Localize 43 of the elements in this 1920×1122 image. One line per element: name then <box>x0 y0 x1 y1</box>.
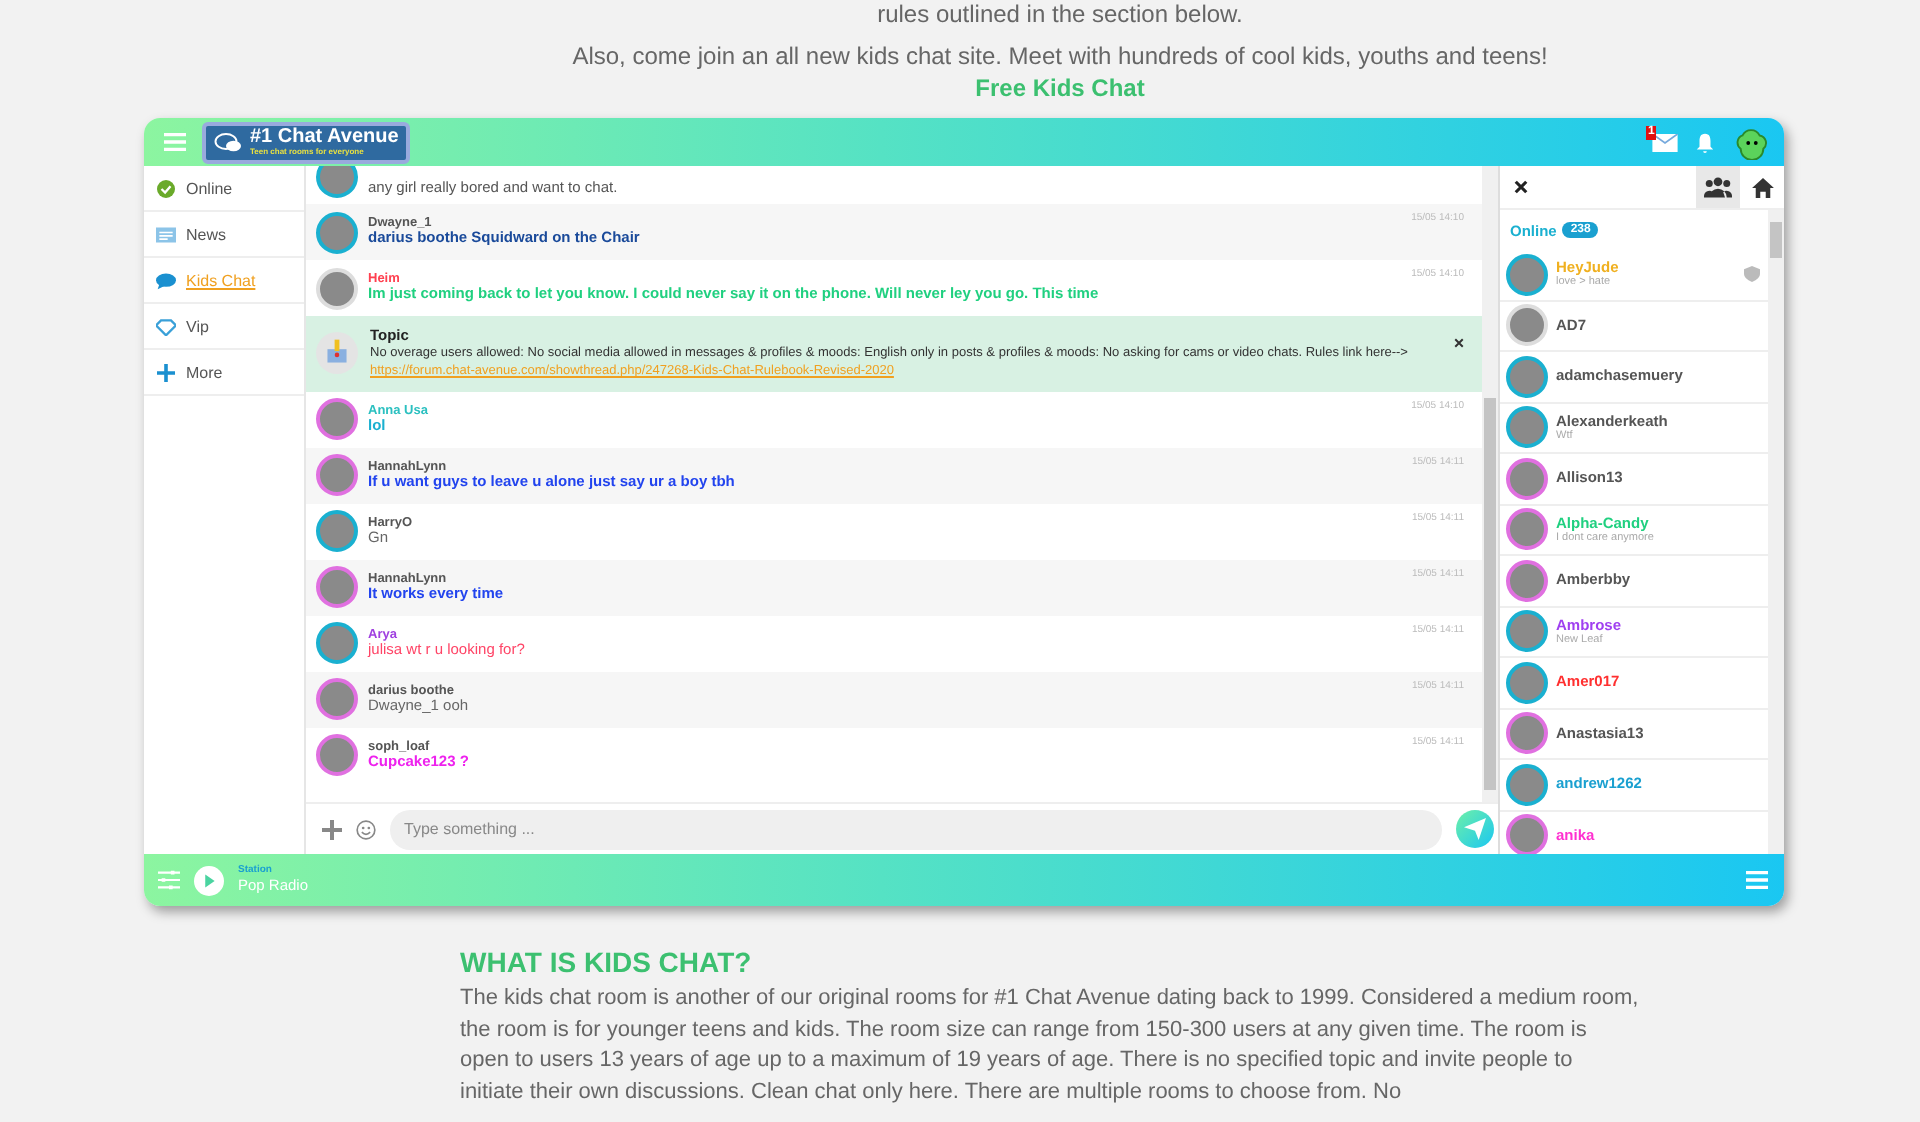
sliders-icon[interactable] <box>158 870 180 890</box>
scrollbar[interactable] <box>1768 210 1784 854</box>
shield-icon <box>1744 266 1760 283</box>
megaphone-icon <box>316 332 358 374</box>
avatar[interactable] <box>316 678 358 721</box>
intro-text: Also, come join an all new kids chat site. Meet with hundreds of cool kids, youths and teens! <box>572 40 1548 72</box>
close-icon[interactable] <box>1514 180 1528 194</box>
users-icon <box>1704 176 1732 198</box>
check-circle-icon <box>156 179 176 197</box>
sidebar-item[interactable]: Vip <box>144 304 304 350</box>
sidebar-item[interactable]: Online <box>144 166 304 212</box>
section-paragraph: The kids chat room is another of our original rooms for #1 Chat Avenue dating back to 1999. Considered a medium room, the room is for younger teens and kids. The room size can range from 150-300 users at any given time. The room is open to users 13 years of age up to a maximum of 19 years of age. There is no specified topic and invite people to initiate their own discussions. Clean chat only here. There are multiple rooms to choose from. No <box>460 984 1640 1107</box>
scrollbar[interactable] <box>1482 166 1498 802</box>
home-icon <box>1751 177 1773 197</box>
news-icon <box>156 225 176 243</box>
avatar[interactable] <box>316 454 358 497</box>
paper-plane-icon <box>1464 818 1486 840</box>
section-heading: WHAT IS KIDS CHAT? <box>460 944 754 980</box>
avatar[interactable] <box>316 166 358 198</box>
avatar[interactable] <box>316 622 358 665</box>
sidebar-item[interactable]: News <box>144 212 304 258</box>
avatar[interactable] <box>316 734 358 777</box>
speech-bubble-icon <box>156 271 176 289</box>
bell-icon[interactable] <box>1694 131 1716 153</box>
plus-icon <box>156 363 176 381</box>
close-icon[interactable] <box>1454 338 1464 348</box>
users-tab[interactable] <box>1696 166 1740 208</box>
sidebar-item[interactable]: More <box>144 350 304 396</box>
avatar[interactable] <box>316 566 358 609</box>
play-button[interactable] <box>194 865 224 895</box>
message-input[interactable]: Type something ... <box>390 809 1442 849</box>
mail-icon[interactable] <box>1652 133 1678 151</box>
plus-icon[interactable] <box>322 819 342 839</box>
avatar[interactable] <box>316 398 358 441</box>
avatar[interactable] <box>316 211 358 253</box>
avatar[interactable] <box>316 510 358 553</box>
emoji-icon[interactable] <box>356 819 376 839</box>
intro-text: rules outlined in the section below. <box>877 0 1243 28</box>
speech-bubbles-icon <box>214 131 244 153</box>
diamond-icon <box>156 317 176 335</box>
logo-title: #1 Chat Avenue <box>250 128 399 148</box>
menu-icon[interactable] <box>1746 870 1768 890</box>
send-button[interactable] <box>1456 810 1494 848</box>
